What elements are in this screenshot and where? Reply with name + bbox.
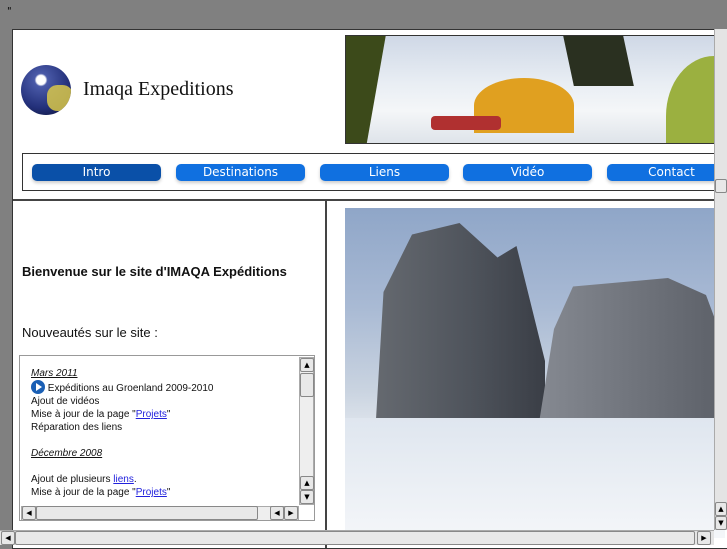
news-item: Mise à jour de la page "Projets"	[31, 409, 171, 420]
play-icon[interactable]	[31, 380, 45, 394]
nav-intro[interactable]: Intro	[32, 164, 161, 181]
news-date: Mars 2011	[31, 368, 78, 379]
nav-bar: Intro Destinations Liens Vidéo Contact	[22, 153, 727, 191]
nav-video[interactable]: Vidéo	[463, 164, 592, 181]
projets-link[interactable]: Projets	[136, 409, 167, 420]
scroll-thumb[interactable]	[300, 373, 314, 397]
news-item: Réparation des liens	[31, 422, 123, 433]
page-frame: Imaqa Expeditions Intro Destinations Lie…	[12, 29, 727, 549]
news-item: Mise à jour de la page "Projets"	[31, 487, 171, 498]
news-item: Expéditions au Groenland 2009-2010	[31, 380, 291, 395]
scroll-up-icon[interactable]: ▲	[300, 358, 314, 372]
divider	[13, 199, 727, 201]
scroll-right-icon[interactable]: ▶	[284, 506, 298, 520]
liens-link[interactable]: liens	[113, 474, 134, 485]
scroll-down-icon[interactable]: ▼	[300, 490, 314, 504]
scroll-left-icon[interactable]: ◀	[270, 506, 284, 520]
news-heading: Nouveautés sur le site :	[22, 325, 158, 340]
projets-link[interactable]: Projets	[136, 487, 167, 498]
divider	[325, 200, 327, 548]
scroll-thumb[interactable]	[715, 179, 727, 193]
scroll-thumb[interactable]	[15, 531, 695, 545]
scroll-up-icon[interactable]: ▲	[300, 476, 314, 490]
nav-destinations[interactable]: Destinations	[176, 164, 305, 181]
header-tent-photo	[345, 35, 725, 144]
scroll-thumb[interactable]	[36, 506, 258, 520]
scroll-up-icon[interactable]: ▲	[715, 502, 727, 516]
news-list: Mars 2011 Expéditions au Groenland 2009-…	[31, 367, 291, 499]
news-item: Ajout de vidéos	[31, 396, 100, 407]
nav-liens[interactable]: Liens	[320, 164, 449, 181]
news-panel[interactable]: Mars 2011 Expéditions au Groenland 2009-…	[19, 355, 315, 521]
site-title: Imaqa Expeditions	[83, 78, 234, 100]
scroll-down-icon[interactable]: ▼	[715, 516, 727, 530]
welcome-heading: Bienvenue sur le site d'IMAQA Expédition…	[22, 264, 287, 279]
nav-contact[interactable]: Contact	[607, 164, 727, 181]
scroll-right-icon[interactable]: ▶	[697, 531, 711, 545]
page-vertical-scrollbar[interactable]: ▲ ▼	[714, 29, 727, 530]
scroll-left-icon[interactable]: ◀	[22, 506, 36, 520]
mountain-photo	[345, 208, 725, 538]
page-horizontal-scrollbar[interactable]: ◀ ▶	[0, 530, 714, 545]
scroll-left-icon[interactable]: ◀	[1, 531, 15, 545]
stray-quote-text: "	[7, 6, 12, 17]
news-date: Décembre 2008	[31, 448, 103, 459]
globe-logo-icon	[21, 65, 71, 115]
news-item: Ajout de plusieurs liens.	[31, 474, 137, 485]
